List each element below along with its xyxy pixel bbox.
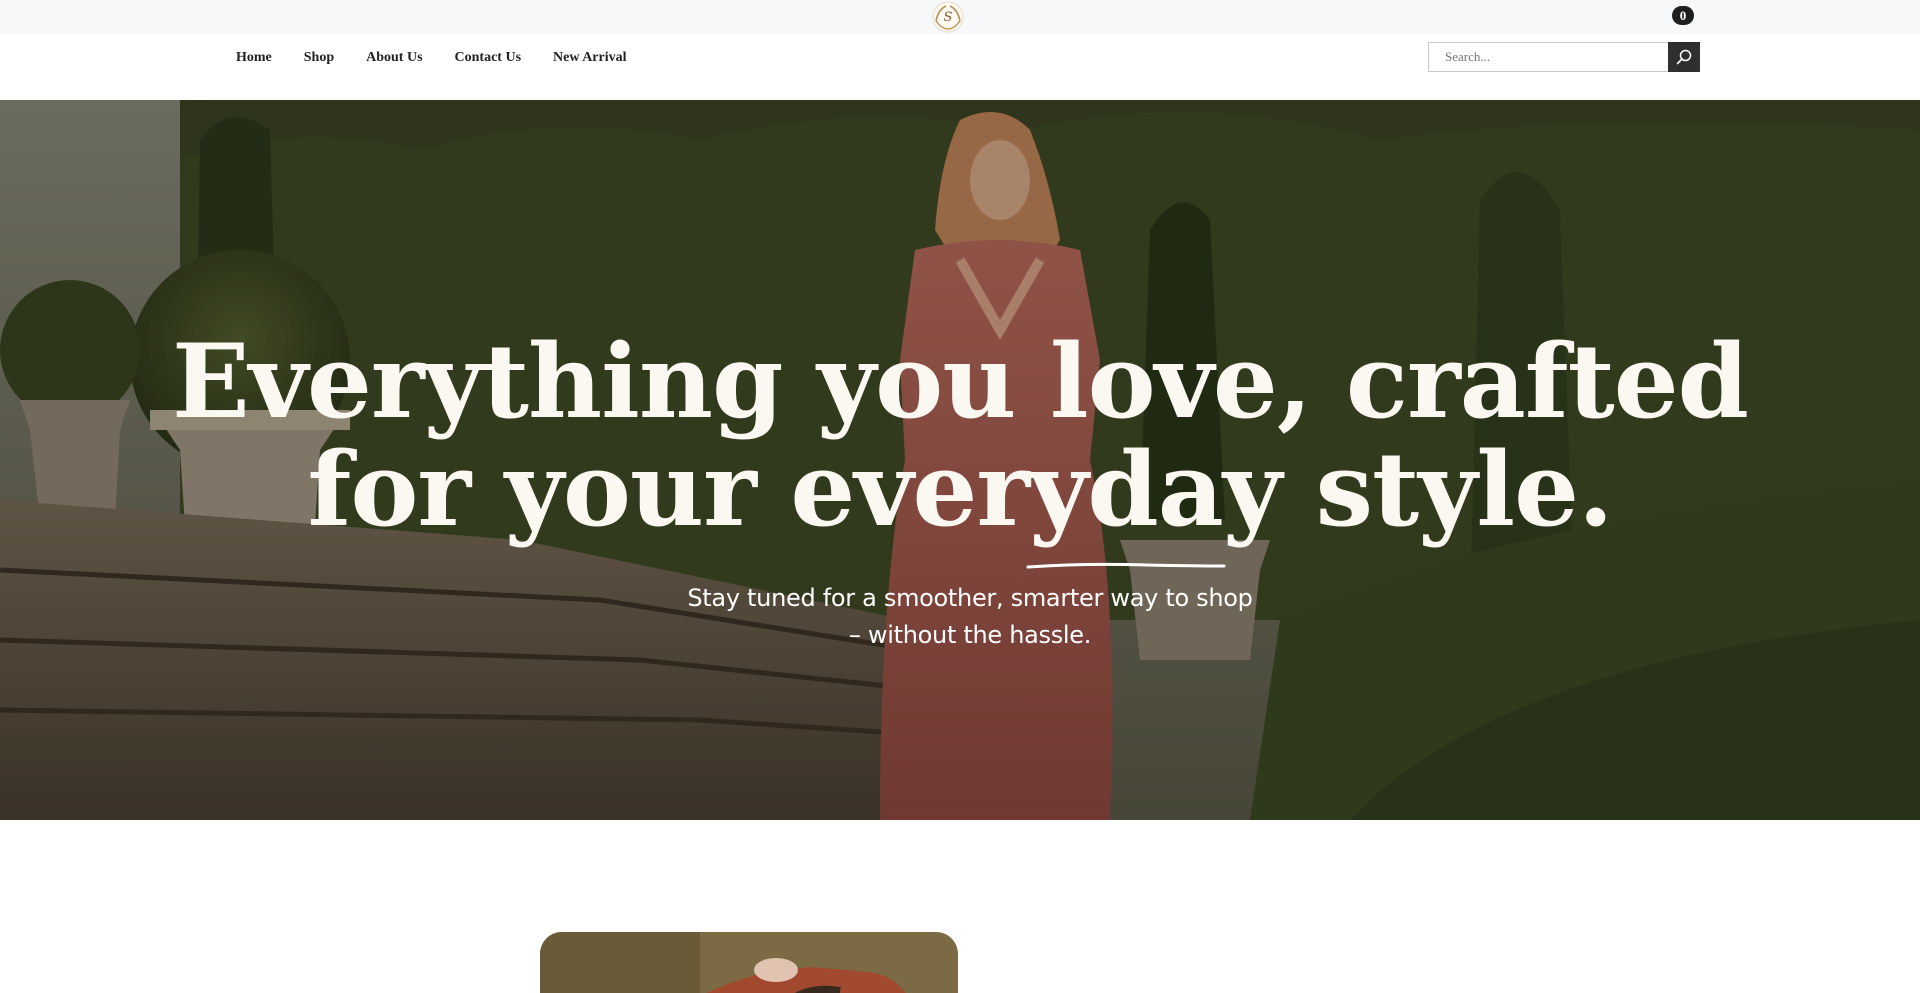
nav-new-arrival[interactable]: New Arrival [553,48,626,68]
cart-count-badge: 0 [1672,6,1694,25]
main-nav: Home Shop About Us Contact Us New Arriva… [236,48,659,68]
hero-title-line-2: for your everyday style. [307,430,1613,550]
featured-image-card[interactable] [540,932,958,993]
main-navbar: Home Shop About Us Contact Us New Arriva… [0,34,1920,100]
hero-subtitle-line-2: – without the hassle. [848,621,1092,649]
title-underline-icon [1026,562,1226,569]
search-button[interactable] [1668,42,1700,72]
search-form [1428,42,1700,72]
nav-shop[interactable]: Shop [304,48,334,68]
hero-title: Everything you love, crafted for your ev… [0,328,1920,544]
hero-banner: Everything you love, crafted for your ev… [0,100,1920,820]
nav-about-us[interactable]: About Us [366,48,422,68]
nav-home[interactable]: Home [236,48,272,68]
nav-contact-us[interactable]: Contact Us [455,48,522,68]
logo-emblem-icon: S [932,1,964,33]
hero-subtitle: Stay tuned for a smoother, smarter way t… [0,580,1920,654]
brand-logo[interactable]: S [930,1,966,33]
search-icon [1676,49,1692,65]
hero-subtitle-line-1: Stay tuned for a smoother, smarter way t… [687,584,1253,612]
search-input[interactable] [1428,42,1668,72]
svg-text:S: S [944,10,953,25]
top-bar: S 0 [0,0,1920,34]
hero-title-line-1: Everything you love, crafted [171,322,1749,442]
cart-button[interactable]: 0 [1672,6,1694,26]
featured-product-image [540,932,958,993]
